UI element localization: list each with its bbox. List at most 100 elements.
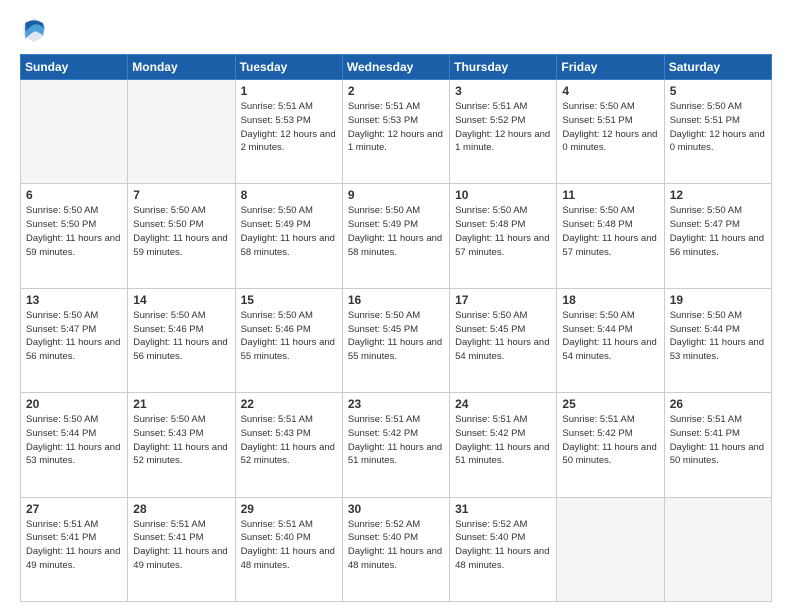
day-info: Sunrise: 5:50 AM Sunset: 5:47 PM Dayligh… <box>26 309 122 364</box>
calendar-cell: 16 Sunrise: 5:50 AM Sunset: 5:45 PM Dayli… <box>342 288 449 392</box>
calendar-cell: 28 Sunrise: 5:51 AM Sunset: 5:41 PM Dayli… <box>128 497 235 601</box>
calendar-cell: 30Sunrise: 5:52 AM Sunset: 5:40 PM Dayli… <box>342 497 449 601</box>
header <box>20 16 772 44</box>
day-number: 12 <box>670 188 766 202</box>
day-info: Sunrise: 5:50 AM Sunset: 5:48 PM Dayligh… <box>455 204 551 259</box>
day-info: Sunrise: 5:50 AM Sunset: 5:44 PM Dayligh… <box>562 309 658 364</box>
day-number: 4 <box>562 84 658 98</box>
day-info: Sunrise: 5:50 AM Sunset: 5:44 PM Dayligh… <box>26 413 122 468</box>
calendar-cell: 9 Sunrise: 5:50 AM Sunset: 5:49 PM Daylig… <box>342 184 449 288</box>
calendar-cell: 1 Sunrise: 5:51 AM Sunset: 5:53 PM Daylig… <box>235 80 342 184</box>
calendar-table: SundayMondayTuesdayWednesdayThursdayFrid… <box>20 54 772 602</box>
day-info: Sunrise: 5:51 AM Sunset: 5:42 PM Dayligh… <box>562 413 658 468</box>
day-info: Sunrise: 5:50 AM Sunset: 5:46 PM Dayligh… <box>133 309 229 364</box>
day-number: 3 <box>455 84 551 98</box>
day-number: 7 <box>133 188 229 202</box>
day-info: Sunrise: 5:51 AM Sunset: 5:53 PM Dayligh… <box>348 100 444 155</box>
calendar-cell: 12Sunrise: 5:50 AM Sunset: 5:47 PM Dayli… <box>664 184 771 288</box>
day-number: 8 <box>241 188 337 202</box>
calendar-week-5: 27 Sunrise: 5:51 AM Sunset: 5:41 PM Dayli… <box>21 497 772 601</box>
day-number: 19 <box>670 293 766 307</box>
weekday-header-row: SundayMondayTuesdayWednesdayThursdayFrid… <box>21 55 772 80</box>
day-number: 13 <box>26 293 122 307</box>
weekday-header-tuesday: Tuesday <box>235 55 342 80</box>
day-number: 6 <box>26 188 122 202</box>
calendar-cell: 7 Sunrise: 5:50 AM Sunset: 5:50 PM Daylig… <box>128 184 235 288</box>
day-number: 15 <box>241 293 337 307</box>
calendar-week-3: 13 Sunrise: 5:50 AM Sunset: 5:47 PM Dayli… <box>21 288 772 392</box>
day-info: Sunrise: 5:51 AM Sunset: 5:41 PM Dayligh… <box>670 413 766 468</box>
day-info: Sunrise: 5:51 AM Sunset: 5:41 PM Dayligh… <box>26 518 122 573</box>
day-info: Sunrise: 5:50 AM Sunset: 5:45 PM Dayligh… <box>348 309 444 364</box>
logo <box>20 16 52 44</box>
calendar-cell: 22 Sunrise: 5:51 AM Sunset: 5:43 PM Dayli… <box>235 393 342 497</box>
day-number: 18 <box>562 293 658 307</box>
day-number: 31 <box>455 502 551 516</box>
calendar-cell <box>664 497 771 601</box>
day-number: 22 <box>241 397 337 411</box>
day-info: Sunrise: 5:51 AM Sunset: 5:43 PM Dayligh… <box>241 413 337 468</box>
calendar-cell: 17 Sunrise: 5:50 AM Sunset: 5:45 PM Dayli… <box>450 288 557 392</box>
day-number: 5 <box>670 84 766 98</box>
day-info: Sunrise: 5:50 AM Sunset: 5:49 PM Dayligh… <box>241 204 337 259</box>
weekday-header-monday: Monday <box>128 55 235 80</box>
calendar-cell: 19 Sunrise: 5:50 AM Sunset: 5:44 PM Dayli… <box>664 288 771 392</box>
calendar-cell <box>128 80 235 184</box>
day-info: Sunrise: 5:50 AM Sunset: 5:43 PM Dayligh… <box>133 413 229 468</box>
calendar-cell: 21 Sunrise: 5:50 AM Sunset: 5:43 PM Dayli… <box>128 393 235 497</box>
calendar-cell: 5 Sunrise: 5:50 AM Sunset: 5:51 PM Daylig… <box>664 80 771 184</box>
day-number: 14 <box>133 293 229 307</box>
day-info: Sunrise: 5:51 AM Sunset: 5:40 PM Dayligh… <box>241 518 337 573</box>
day-info: Sunrise: 5:51 AM Sunset: 5:42 PM Dayligh… <box>348 413 444 468</box>
day-info: Sunrise: 5:50 AM Sunset: 5:50 PM Dayligh… <box>26 204 122 259</box>
weekday-header-thursday: Thursday <box>450 55 557 80</box>
calendar-cell: 23 Sunrise: 5:51 AM Sunset: 5:42 PM Dayli… <box>342 393 449 497</box>
day-number: 25 <box>562 397 658 411</box>
day-info: Sunrise: 5:51 AM Sunset: 5:42 PM Dayligh… <box>455 413 551 468</box>
day-number: 28 <box>133 502 229 516</box>
day-number: 26 <box>670 397 766 411</box>
calendar-cell: 14 Sunrise: 5:50 AM Sunset: 5:46 PM Dayli… <box>128 288 235 392</box>
calendar-cell: 25 Sunrise: 5:51 AM Sunset: 5:42 PM Dayli… <box>557 393 664 497</box>
calendar-cell: 29Sunrise: 5:51 AM Sunset: 5:40 PM Dayli… <box>235 497 342 601</box>
calendar-week-4: 20 Sunrise: 5:50 AM Sunset: 5:44 PM Dayli… <box>21 393 772 497</box>
day-number: 21 <box>133 397 229 411</box>
day-info: Sunrise: 5:50 AM Sunset: 5:48 PM Dayligh… <box>562 204 658 259</box>
day-number: 20 <box>26 397 122 411</box>
day-info: Sunrise: 5:50 AM Sunset: 5:44 PM Dayligh… <box>670 309 766 364</box>
calendar-cell: 4 Sunrise: 5:50 AM Sunset: 5:51 PM Daylig… <box>557 80 664 184</box>
calendar-week-1: 1 Sunrise: 5:51 AM Sunset: 5:53 PM Daylig… <box>21 80 772 184</box>
weekday-header-wednesday: Wednesday <box>342 55 449 80</box>
day-info: Sunrise: 5:52 AM Sunset: 5:40 PM Dayligh… <box>348 518 444 573</box>
calendar-cell: 10Sunrise: 5:50 AM Sunset: 5:48 PM Dayli… <box>450 184 557 288</box>
day-number: 17 <box>455 293 551 307</box>
day-number: 1 <box>241 84 337 98</box>
day-number: 16 <box>348 293 444 307</box>
calendar-cell: 27 Sunrise: 5:51 AM Sunset: 5:41 PM Dayli… <box>21 497 128 601</box>
day-info: Sunrise: 5:51 AM Sunset: 5:41 PM Dayligh… <box>133 518 229 573</box>
day-info: Sunrise: 5:50 AM Sunset: 5:51 PM Dayligh… <box>670 100 766 155</box>
day-number: 27 <box>26 502 122 516</box>
weekday-header-friday: Friday <box>557 55 664 80</box>
calendar-cell: 26 Sunrise: 5:51 AM Sunset: 5:41 PM Dayli… <box>664 393 771 497</box>
day-number: 9 <box>348 188 444 202</box>
calendar-cell: 3 Sunrise: 5:51 AM Sunset: 5:52 PM Daylig… <box>450 80 557 184</box>
calendar-cell: 13 Sunrise: 5:50 AM Sunset: 5:47 PM Dayli… <box>21 288 128 392</box>
day-info: Sunrise: 5:50 AM Sunset: 5:51 PM Dayligh… <box>562 100 658 155</box>
calendar-cell: 11 Sunrise: 5:50 AM Sunset: 5:48 PM Dayli… <box>557 184 664 288</box>
day-number: 11 <box>562 188 658 202</box>
calendar-cell: 15Sunrise: 5:50 AM Sunset: 5:46 PM Dayli… <box>235 288 342 392</box>
calendar-cell: 31Sunrise: 5:52 AM Sunset: 5:40 PM Dayli… <box>450 497 557 601</box>
day-info: Sunrise: 5:50 AM Sunset: 5:50 PM Dayligh… <box>133 204 229 259</box>
day-info: Sunrise: 5:50 AM Sunset: 5:49 PM Dayligh… <box>348 204 444 259</box>
day-number: 23 <box>348 397 444 411</box>
calendar-cell: 24 Sunrise: 5:51 AM Sunset: 5:42 PM Dayli… <box>450 393 557 497</box>
day-info: Sunrise: 5:51 AM Sunset: 5:53 PM Dayligh… <box>241 100 337 155</box>
calendar-cell: 2Sunrise: 5:51 AM Sunset: 5:53 PM Daylig… <box>342 80 449 184</box>
logo-icon <box>20 16 48 44</box>
calendar-cell <box>557 497 664 601</box>
weekday-header-saturday: Saturday <box>664 55 771 80</box>
day-info: Sunrise: 5:50 AM Sunset: 5:45 PM Dayligh… <box>455 309 551 364</box>
day-number: 24 <box>455 397 551 411</box>
day-info: Sunrise: 5:51 AM Sunset: 5:52 PM Dayligh… <box>455 100 551 155</box>
